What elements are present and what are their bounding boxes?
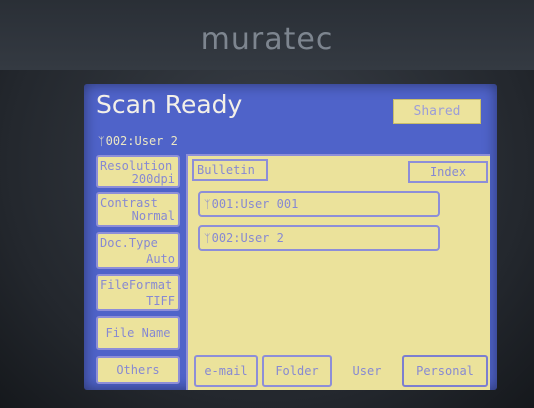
user-icon: ᛉ — [98, 135, 105, 148]
list-item[interactable]: ᛉ001:User 001 — [198, 191, 440, 217]
others-button[interactable]: Others — [96, 356, 180, 384]
file-name-label: File Name — [105, 326, 171, 340]
bulletin-button[interactable]: Bulletin — [192, 159, 268, 181]
file-format-label: FileFormat — [100, 278, 173, 292]
others-label: Others — [116, 363, 160, 377]
list-item[interactable]: ᛉ002:User 2 — [198, 225, 440, 251]
file-format-value: TIFF — [146, 294, 175, 308]
file-format-button[interactable]: FileFormat TIFF — [96, 274, 180, 311]
tab-email[interactable]: e-mail — [194, 355, 258, 387]
resolution-value: 200dpi — [131, 172, 175, 186]
resolution-button[interactable]: Resolution 200dpi — [96, 155, 180, 188]
contrast-button[interactable]: Contrast Normal — [96, 192, 180, 227]
brand-logo: muratec — [200, 22, 334, 57]
index-button[interactable]: Index — [408, 161, 488, 183]
doc-type-button[interactable]: Doc.Type Auto — [96, 232, 180, 269]
tab-folder[interactable]: Folder — [262, 355, 332, 387]
tab-user[interactable]: User — [336, 355, 398, 387]
address-panel: Bulletin Index ᛉ001:User 001 ᛉ002:User 2… — [186, 154, 490, 390]
screen-title: Scan Ready — [96, 90, 243, 119]
entry-label: 001:User 001 — [211, 197, 299, 211]
side-label-mark: ​ — [2, 118, 24, 129]
file-name-button[interactable]: File Name — [96, 316, 180, 350]
entry-label: 002:User 2 — [211, 231, 284, 245]
doc-type-label: Doc.Type — [100, 236, 158, 250]
shared-button[interactable]: Shared — [393, 99, 481, 124]
touch-screen: Scan Ready Shared ᛉ002:User 2 Resolution… — [84, 84, 497, 390]
current-user-label: 002:User 2 — [105, 134, 178, 148]
tab-personal[interactable]: Personal — [402, 355, 488, 387]
contrast-value: Normal — [131, 209, 175, 223]
device-body: muratec ​ Scan Ready Shared ᛉ002:User 2 … — [0, 0, 534, 408]
user-icon: ᛉ — [204, 198, 211, 211]
doc-type-value: Auto — [146, 252, 175, 266]
device-top-bezel: muratec — [0, 0, 534, 70]
user-icon: ᛉ — [204, 232, 211, 245]
current-user-line: ᛉ002:User 2 — [98, 134, 178, 148]
